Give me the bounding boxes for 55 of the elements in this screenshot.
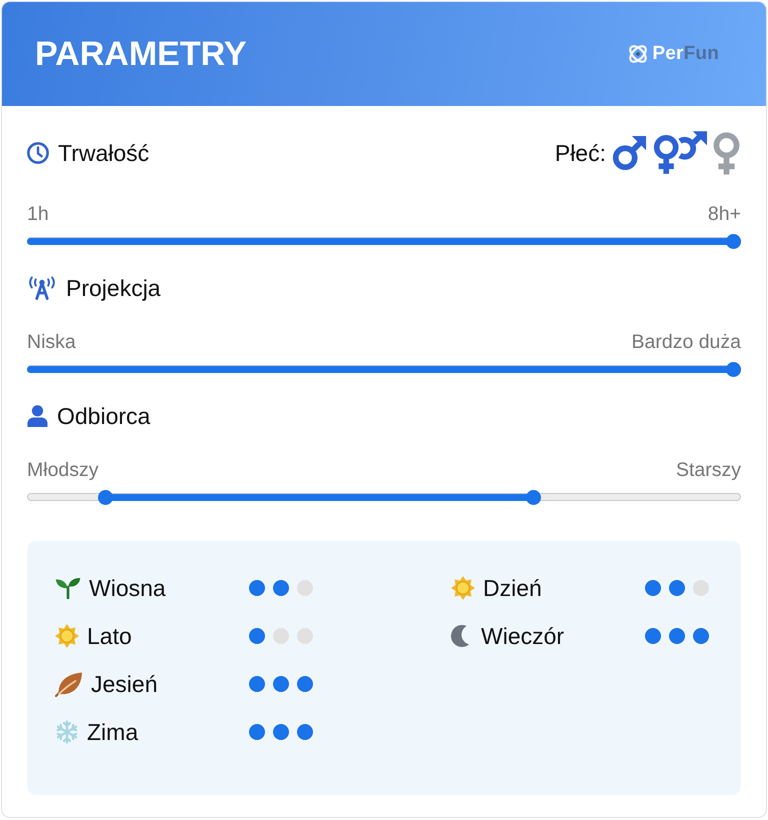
rating-label: Zima: [87, 718, 138, 747]
slider-min-label: Młodszy: [27, 460, 99, 480]
sun-icon: [451, 576, 475, 600]
rating-dot: [273, 724, 289, 740]
slider-track[interactable]: [27, 233, 741, 249]
antenna-icon: [27, 276, 57, 300]
slider-thumb[interactable]: [526, 490, 542, 504]
rating-dot: [249, 580, 265, 596]
sun-icon: [55, 624, 79, 648]
rating-dot: [249, 724, 265, 740]
rating-dot: [645, 628, 661, 644]
section-title: Trwałość: [58, 139, 150, 168]
rating-dot: [693, 580, 709, 596]
slider-thumb[interactable]: [726, 362, 741, 376]
rating-dot: [249, 628, 265, 644]
card-title: PARAMETRY: [35, 34, 247, 74]
seedling-icon: [55, 577, 81, 599]
slider-max-label: 8h+: [708, 204, 741, 224]
rating-label: Wiosna: [89, 574, 166, 603]
rating-label: Jesień: [91, 670, 158, 699]
slider-thumb[interactable]: [726, 234, 741, 248]
section-title: Odbiorca: [57, 402, 150, 431]
logo-text: PerFun: [652, 42, 719, 66]
rating-dot: [669, 580, 685, 596]
rating-dot: [297, 724, 313, 740]
gender-label: Płeć:: [554, 139, 606, 168]
slider-track[interactable]: [27, 361, 741, 377]
rating-dot: [645, 580, 661, 596]
logo-icon: [627, 43, 650, 65]
rating-label: Lato: [87, 622, 132, 651]
male-sign-icon[interactable]: [611, 134, 647, 172]
section-title: Projekcja: [66, 274, 161, 303]
clock-icon: [27, 142, 49, 164]
slider-min-label: 1h: [27, 204, 49, 224]
leaf-icon: [55, 671, 83, 697]
rating-dot: [693, 628, 709, 644]
rating-label: Dzień: [483, 574, 542, 603]
rating-dot: [273, 628, 289, 644]
rating-dot: [297, 676, 313, 692]
slider-thumb[interactable]: [98, 490, 114, 504]
rating-dot: [273, 676, 289, 692]
snowflake-icon: [55, 720, 79, 744]
female-male-sign-icon[interactable]: [652, 131, 707, 175]
slider-max-label: Bardzo duża: [632, 332, 741, 352]
rating-dot: [273, 580, 289, 596]
rating-dot: [297, 580, 313, 596]
rating-label: Wieczór: [481, 622, 564, 651]
rating-dot: [669, 628, 685, 644]
person-icon: [27, 405, 48, 427]
slider-min-label: Niska: [27, 332, 76, 352]
rating-dot: [249, 676, 265, 692]
rating-dot: [297, 628, 313, 644]
slider-track[interactable]: [27, 489, 741, 505]
female-sign-icon[interactable]: [712, 131, 741, 175]
slider-max-label: Starszy: [676, 460, 741, 480]
